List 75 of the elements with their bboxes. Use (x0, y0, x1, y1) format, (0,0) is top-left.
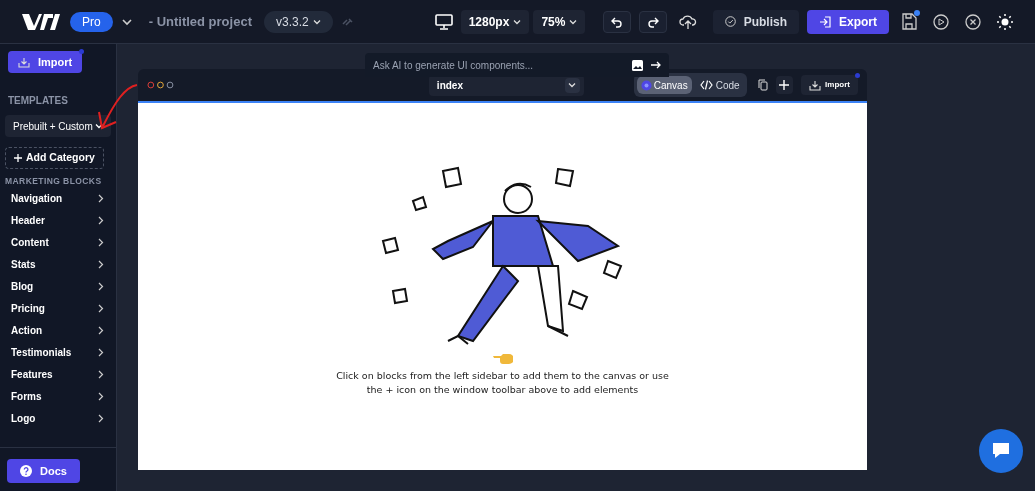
download-icon (17, 56, 30, 68)
publish-button[interactable]: Publish (712, 9, 799, 34)
chevron-right-icon (98, 414, 104, 424)
chevron-down-icon (95, 122, 103, 130)
plus-icon (14, 154, 22, 162)
view-tab[interactable]: Code (695, 76, 744, 94)
redo-button[interactable] (638, 10, 667, 33)
chevron-right-icon (98, 326, 104, 336)
chevron-right-icon (98, 260, 104, 270)
annotation-arrow-drawing (95, 82, 139, 132)
chevron-right-icon (98, 348, 104, 358)
check-circle-icon (724, 16, 736, 27)
download-icon (809, 79, 822, 91)
sidebar-item[interactable]: Action (0, 319, 116, 342)
docs-button[interactable]: Docs (7, 459, 80, 483)
logo-icon (22, 12, 62, 31)
sidebar-item[interactable]: Navigation (0, 187, 116, 210)
palette-icon (640, 79, 652, 91)
save-icon[interactable] (901, 12, 917, 31)
sign-in-icon (819, 15, 831, 28)
sidebar-item[interactable]: Content (0, 231, 116, 254)
chevron-right-icon (98, 282, 104, 292)
template-filter-select[interactable]: Prebuilt + Custom (5, 115, 111, 137)
chevron-right-icon (98, 238, 104, 248)
help-icon (20, 465, 33, 477)
empty-canvas-hint: Click on blocks from the left sidebar to add them to the canvas or use the + icon on the window toolbar above to add elements (335, 369, 670, 397)
pointing-hand-icon (492, 353, 513, 365)
sidebar-item[interactable]: Blog (0, 275, 116, 298)
sidebar-item[interactable]: Features (0, 363, 116, 386)
sidebar-item[interactable]: Logo (0, 407, 116, 430)
code-icon (699, 80, 713, 90)
chevron-right-icon (98, 392, 104, 402)
redo-icon (646, 15, 659, 28)
chevron-right-icon (98, 370, 104, 380)
image-icon[interactable] (632, 59, 643, 71)
close-icon[interactable] (965, 13, 981, 30)
templates-heading: TEMPLATES (8, 94, 69, 108)
sidebar-item[interactable]: Forms (0, 385, 116, 408)
plan-badge: Pro (70, 11, 113, 32)
view-tab[interactable]: Canvas (636, 76, 692, 94)
ai-prompt-field[interactable]: Ask AI to generate UI components... (373, 57, 632, 73)
chat-icon (991, 442, 1011, 460)
copy-icon (758, 79, 769, 91)
undo-button[interactable] (602, 10, 631, 33)
sidebar-item[interactable]: Testimonials (0, 341, 116, 364)
sidebar-item[interactable]: Stats (0, 253, 116, 276)
plus-icon (779, 80, 790, 90)
sidebar-item[interactable]: Header (0, 209, 116, 232)
export-button[interactable]: Export (807, 9, 889, 34)
add-button[interactable] (775, 76, 794, 94)
project-title: - Untitled project (148, 12, 252, 31)
section-heading: MARKETING BLOCKS (5, 175, 103, 188)
chevron-down-icon (568, 81, 577, 89)
monitor-icon[interactable] (434, 13, 453, 30)
zoom-select[interactable]: 75% (533, 9, 586, 34)
import-button[interactable]: Import (801, 75, 858, 95)
chevron-right-icon (98, 216, 104, 226)
undo-icon (610, 15, 623, 28)
chevron-down-icon (569, 17, 578, 26)
arrow-right-icon[interactable] (651, 61, 661, 69)
width-select[interactable]: 1280px (460, 9, 530, 34)
chevron-down-icon (312, 17, 321, 26)
add-category-button[interactable]: Add Category (5, 147, 104, 169)
cloud-upload-icon[interactable] (678, 13, 697, 30)
sidebar-item[interactable]: Pricing (0, 297, 116, 320)
chevron-down-icon (513, 17, 522, 26)
version-select[interactable]: v3.3.2 (263, 10, 333, 33)
chevron-right-icon (98, 194, 104, 204)
play-icon[interactable] (933, 13, 949, 30)
chevron-right-icon (98, 304, 104, 314)
import-button[interactable]: Import (8, 51, 82, 73)
chat-button[interactable] (979, 429, 1023, 473)
ai-prompt-bar[interactable]: Ask AI to generate UI components... (365, 53, 669, 77)
sun-icon[interactable] (997, 13, 1013, 30)
window-controls-icon (147, 81, 174, 89)
